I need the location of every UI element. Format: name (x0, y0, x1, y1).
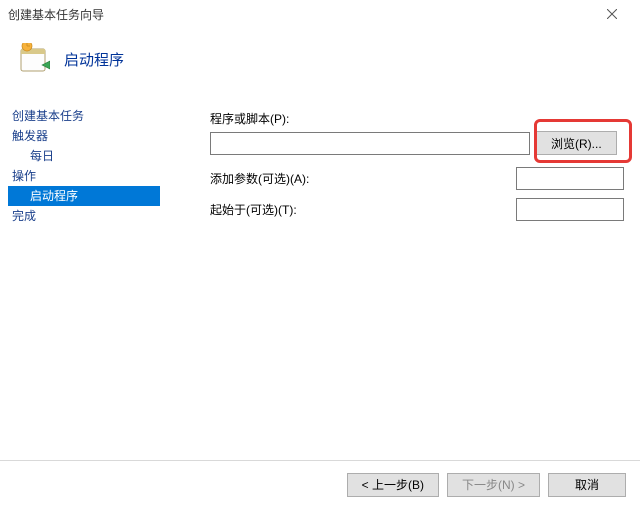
wizard-window: 创建基本任务向导 启动程序 创建基本任务 触发器 每日 操作 启动程序 完成 (0, 0, 640, 508)
form-panel: 程序或脚本(P): 浏览(R)... 添加参数(可选)(A): 起始于(可选)(… (160, 100, 640, 460)
titlebar: 创建基本任务向导 (0, 0, 640, 28)
step-finish[interactable]: 完成 (8, 206, 160, 226)
step-trigger[interactable]: 触发器 (8, 126, 160, 146)
wizard-header: 启动程序 (0, 28, 640, 90)
program-script-input[interactable] (210, 132, 530, 155)
step-create-basic-task[interactable]: 创建基本任务 (8, 106, 160, 126)
next-button[interactable]: 下一步(N) > (447, 473, 540, 497)
arguments-label: 添加参数(可选)(A): (210, 170, 320, 187)
wizard-footer: < 上一步(B) 下一步(N) > 取消 (0, 460, 640, 508)
program-script-label: 程序或脚本(P): (210, 110, 289, 127)
window-title: 创建基本任务向导 (8, 6, 592, 23)
startin-label: 起始于(可选)(T): (210, 201, 320, 218)
page-title: 启动程序 (64, 49, 124, 70)
arguments-input[interactable] (516, 167, 624, 190)
close-button[interactable] (592, 0, 632, 28)
step-start-program[interactable]: 启动程序 (8, 186, 160, 206)
browse-button[interactable]: 浏览(R)... (536, 131, 617, 155)
cancel-button[interactable]: 取消 (548, 473, 626, 497)
content-area: 创建基本任务 触发器 每日 操作 启动程序 完成 程序或脚本(P): 浏览(R)… (0, 100, 640, 460)
startin-input[interactable] (516, 198, 624, 221)
start-program-icon (18, 43, 50, 75)
back-button[interactable]: < 上一步(B) (347, 473, 439, 497)
wizard-steps-sidebar: 创建基本任务 触发器 每日 操作 启动程序 完成 (0, 100, 160, 460)
step-action[interactable]: 操作 (8, 166, 160, 186)
close-icon (607, 9, 617, 19)
step-daily[interactable]: 每日 (8, 146, 160, 166)
